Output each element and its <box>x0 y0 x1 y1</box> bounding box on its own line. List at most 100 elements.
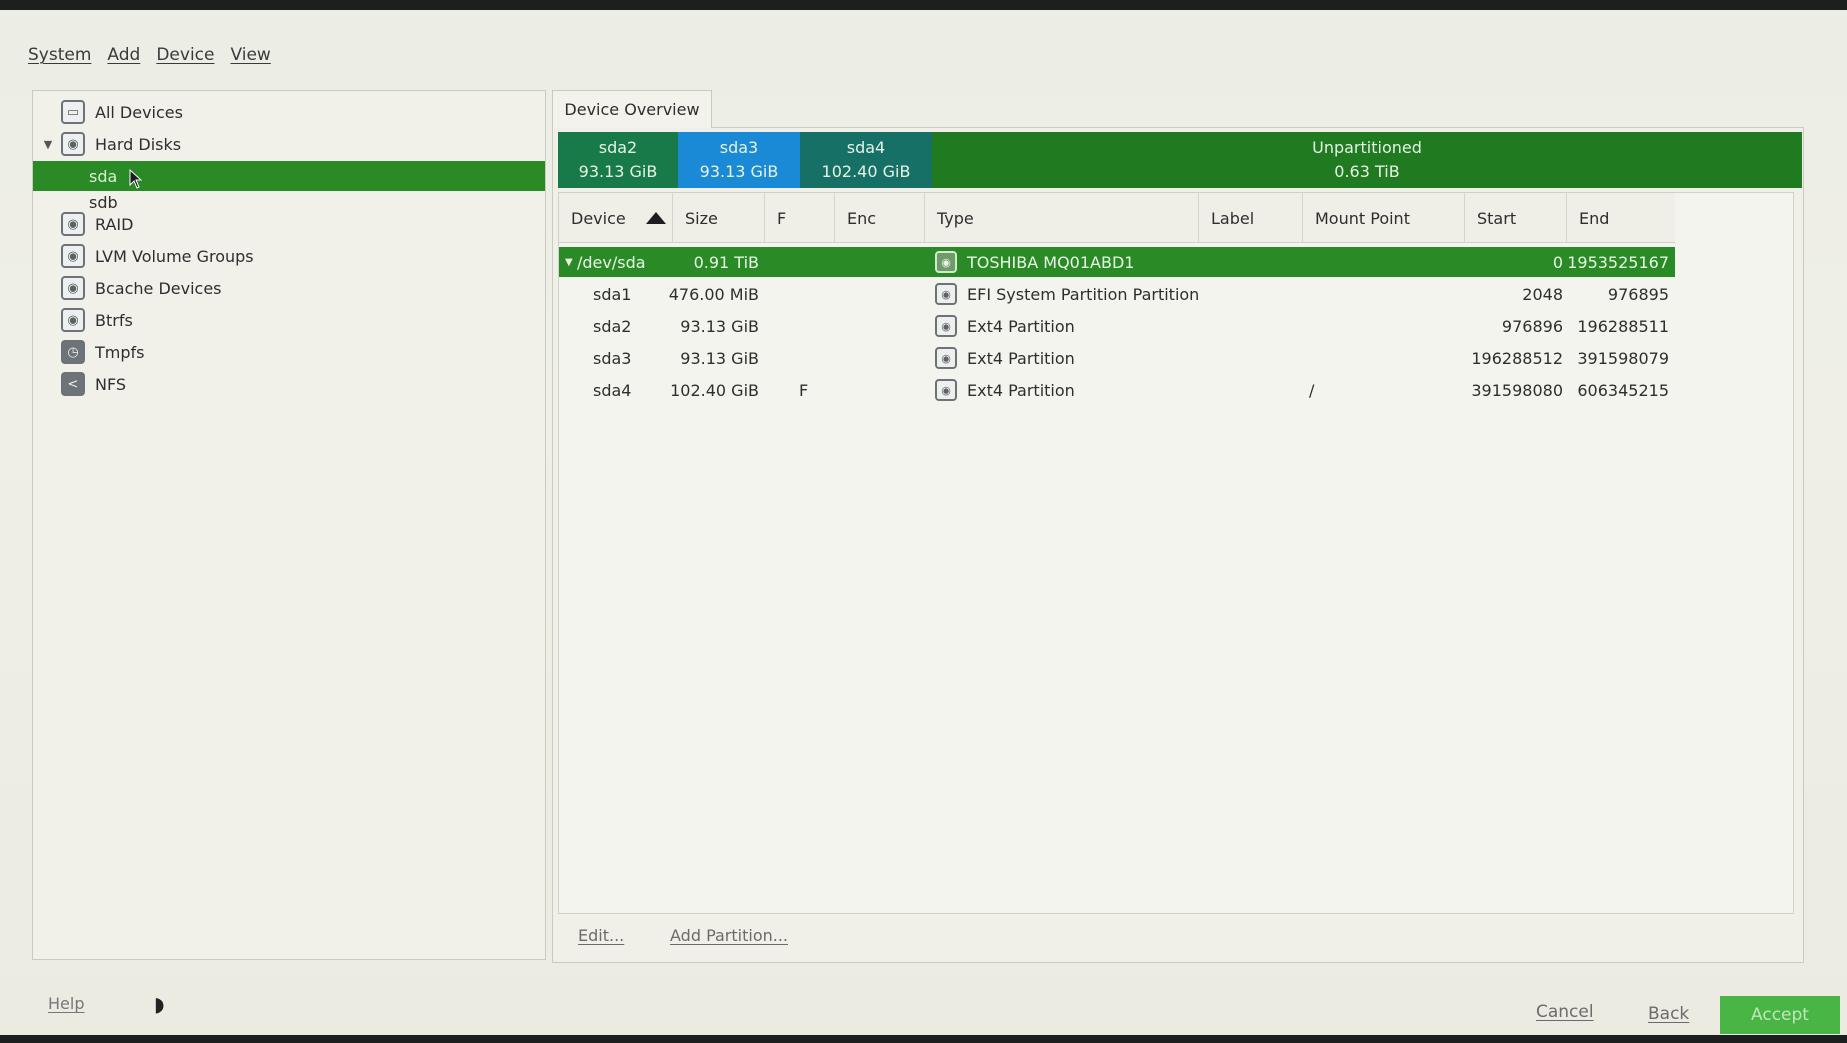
table-row[interactable]: sda4 102.40 GiB F ◉ Ext4 Partition / 391… <box>559 375 1675 405</box>
column-header-f[interactable]: F <box>765 193 835 243</box>
segment-name: sda2 <box>598 138 638 157</box>
cell-size: 0.91 TiB <box>693 252 759 272</box>
cell-device: sda3 <box>593 348 632 368</box>
bar-segment-unpartitioned[interactable]: Unpartitioned 0.63 TiB <box>932 132 1802 188</box>
device-tree: ▭ All Devices ▼ ◉ Hard Disks sda sdb ◉ R… <box>32 90 546 960</box>
sort-ascending-icon <box>646 212 666 224</box>
column-header-size[interactable]: Size <box>673 193 765 243</box>
column-header-type[interactable]: Type <box>925 193 1199 243</box>
cell-end: 606345215 <box>1577 380 1669 400</box>
tree-item-label: All Devices <box>95 102 183 122</box>
tree-item-label: LVM Volume Groups <box>95 246 254 266</box>
tree-item-all-devices[interactable]: ▭ All Devices <box>33 97 545 127</box>
table-row[interactable]: ▼ /dev/sda 0.91 TiB ◉ TOSHIBA MQ01ABD1 0… <box>559 247 1675 277</box>
tree-item-raid[interactable]: ◉ RAID <box>33 209 545 239</box>
menu-view[interactable]: View <box>230 45 270 65</box>
cell-end: 1953525167 <box>1567 252 1669 272</box>
bar-segment-sda4[interactable]: sda4 102.40 GiB <box>800 132 932 188</box>
tree-item-btrfs[interactable]: ◉ Btrfs <box>33 305 545 335</box>
tab-label: Device Overview <box>564 100 700 119</box>
column-label: Type <box>937 208 974 228</box>
raid-icon: ◉ <box>61 212 85 236</box>
row-expander-icon[interactable]: ▼ <box>565 247 573 277</box>
segment-size: 93.13 GiB <box>699 162 779 181</box>
tab-device-overview[interactable]: Device Overview <box>552 90 712 128</box>
cell-end: 196288511 <box>1577 316 1669 336</box>
cell-type: ◉ Ext4 Partition <box>935 375 1075 405</box>
disk-icon: ◉ <box>935 251 957 273</box>
table-row[interactable]: sda1 476.00 MiB ◉ EFI System Partition P… <box>559 279 1675 309</box>
cell-device: /dev/sda <box>577 252 646 272</box>
hard-disk-icon: ◉ <box>61 132 85 156</box>
partition-icon: ◉ <box>935 379 957 401</box>
segment-size: 102.40 GiB <box>821 162 911 181</box>
cell-f: F <box>799 380 809 400</box>
column-label: F <box>777 208 787 228</box>
column-header-mount-point[interactable]: Mount Point <box>1303 193 1465 243</box>
segment-size: 0.63 TiB <box>1334 162 1400 181</box>
cell-end: 391598079 <box>1577 348 1669 368</box>
btrfs-icon: ◉ <box>61 308 85 332</box>
cell-end: 976895 <box>1607 284 1669 304</box>
tree-item-label: NFS <box>95 374 127 394</box>
menu-system[interactable]: System <box>28 45 91 65</box>
help-button[interactable]: Help <box>48 994 84 1013</box>
cell-start: 391598080 <box>1471 380 1563 400</box>
cell-start: 976896 <box>1501 316 1563 336</box>
bar-segment-sda2[interactable]: sda2 93.13 GiB <box>558 132 678 188</box>
half-moon-icon: ◗ <box>154 992 165 1016</box>
partition-icon: ◉ <box>935 315 957 337</box>
accept-button[interactable]: Accept <box>1720 996 1840 1034</box>
column-header-start[interactable]: Start <box>1465 193 1567 243</box>
cell-type: ◉ TOSHIBA MQ01ABD1 <box>935 247 1134 277</box>
cell-type-label: Ext4 Partition <box>967 316 1075 336</box>
column-header-enc[interactable]: Enc <box>835 193 925 243</box>
tree-item-nfs[interactable]: < NFS <box>33 369 545 399</box>
installer-screen: System Add Device View ▭ All Devices ▼ ◉… <box>0 0 1847 1043</box>
bar-segment-sda3[interactable]: sda3 93.13 GiB <box>678 132 800 188</box>
column-header-device[interactable]: Device <box>559 193 673 243</box>
cell-size: 93.13 GiB <box>680 348 759 368</box>
tree-item-label: Hard Disks <box>95 134 182 154</box>
menu-device[interactable]: Device <box>156 45 214 65</box>
tree-item-hard-disks[interactable]: ▼ ◉ Hard Disks <box>33 129 545 159</box>
column-header-end[interactable]: End <box>1567 193 1675 243</box>
column-label: Start <box>1477 208 1517 228</box>
menu-add[interactable]: Add <box>107 45 140 65</box>
partition-icon: ◉ <box>935 283 957 305</box>
cell-device: sda4 <box>593 380 632 400</box>
back-button[interactable]: Back <box>1648 1004 1689 1024</box>
edit-button[interactable]: Edit... <box>578 926 624 945</box>
column-label: Label <box>1211 208 1255 228</box>
column-header-label[interactable]: Label <box>1199 193 1303 243</box>
cell-type: ◉ EFI System Partition Partition <box>935 279 1199 309</box>
tree-item-tmpfs[interactable]: ◷ Tmpfs <box>33 337 545 367</box>
menubar: System Add Device View <box>28 40 271 70</box>
column-label: End <box>1579 208 1610 228</box>
tree-item-lvm[interactable]: ◉ LVM Volume Groups <box>33 241 545 271</box>
table-row[interactable]: sda3 93.13 GiB ◉ Ext4 Partition 19628851… <box>559 343 1675 373</box>
cell-type-label: Ext4 Partition <box>967 348 1075 368</box>
column-label: Device <box>571 208 626 228</box>
nfs-icon: < <box>61 372 85 396</box>
accept-label: Accept <box>1751 1005 1809 1025</box>
tree-item-label: Bcache Devices <box>95 278 222 298</box>
cell-device: sda1 <box>593 284 632 304</box>
segment-name: sda3 <box>719 138 759 157</box>
expand-arrow-icon[interactable]: ▼ <box>41 138 55 151</box>
tree-item-label: Btrfs <box>95 310 133 330</box>
cell-type-label: EFI System Partition Partition <box>967 284 1200 304</box>
table-header: Device Size F Enc Type Label Mount Point… <box>559 193 1675 243</box>
cell-type: ◉ Ext4 Partition <box>935 311 1075 341</box>
tree-item-bcache[interactable]: ◉ Bcache Devices <box>33 273 545 303</box>
table-row[interactable]: sda2 93.13 GiB ◉ Ext4 Partition 976896 1… <box>559 311 1675 341</box>
cell-type-label: TOSHIBA MQ01ABD1 <box>967 252 1135 272</box>
tree-item-label: RAID <box>95 214 134 234</box>
mouse-cursor-icon <box>129 169 143 189</box>
partition-bar-graph: sda2 93.13 GiB sda3 93.13 GiB sda4 102.4… <box>558 132 1802 188</box>
cell-type: ◉ Ext4 Partition <box>935 343 1075 373</box>
tree-item-label: Tmpfs <box>95 342 145 362</box>
partition-table: Device Size F Enc Type Label Mount Point… <box>558 192 1794 914</box>
add-partition-button[interactable]: Add Partition... <box>670 926 788 945</box>
cancel-button[interactable]: Cancel <box>1536 1002 1594 1022</box>
